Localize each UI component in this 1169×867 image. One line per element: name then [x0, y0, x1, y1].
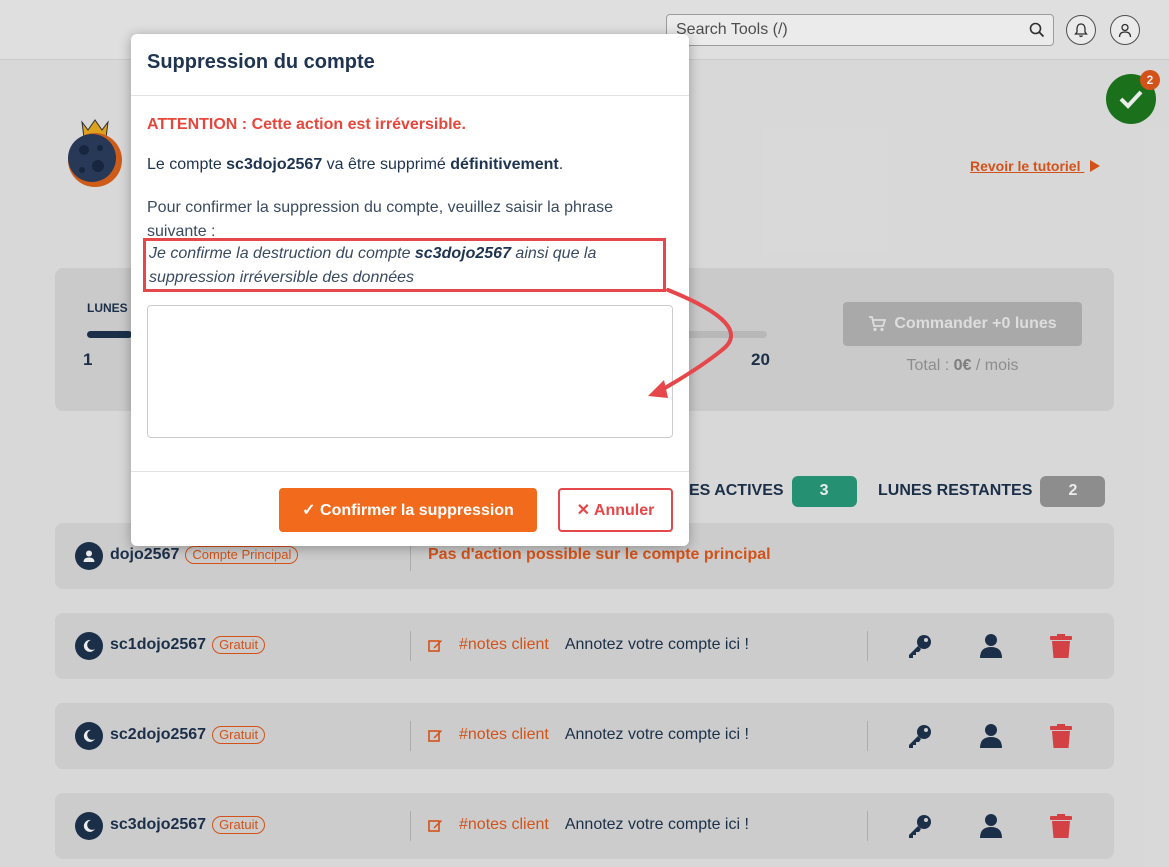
delete-account-modal: Suppression du compte ATTENTION : Cette … — [131, 34, 689, 546]
phrase-text: Je confirme la destruction du compte — [149, 245, 415, 262]
modal-title: Suppression du compte — [131, 34, 689, 96]
notice-text: Le compte — [147, 156, 227, 173]
confirmation-instructions: Pour confirmer la suppression du compte,… — [147, 199, 613, 240]
warning-text: ATTENTION : Cette action est irréversibl… — [147, 116, 466, 133]
modal-footer: ✓ Confirmer la suppression ✕ Annuler — [131, 471, 689, 546]
phrase-account-name: sc3dojo2567 — [414, 245, 511, 262]
confirmation-phrase: Je confirme la destruction du compte sc3… — [143, 238, 666, 292]
confirmation-textarea[interactable] — [147, 305, 673, 438]
notice-emphasis: définitivement — [450, 156, 559, 173]
notice-text: va être supprimé — [322, 156, 451, 173]
confirm-delete-button[interactable]: ✓ Confirmer la suppression — [279, 488, 537, 532]
notice-account-name: sc3dojo2567 — [226, 156, 323, 173]
notice-text: . — [558, 156, 564, 173]
annotation-arrow — [648, 288, 734, 398]
cancel-button[interactable]: ✕ Annuler — [558, 488, 673, 532]
account-deletion-notice: Le compte sc3dojo2567 va être supprimé d… — [147, 156, 563, 174]
